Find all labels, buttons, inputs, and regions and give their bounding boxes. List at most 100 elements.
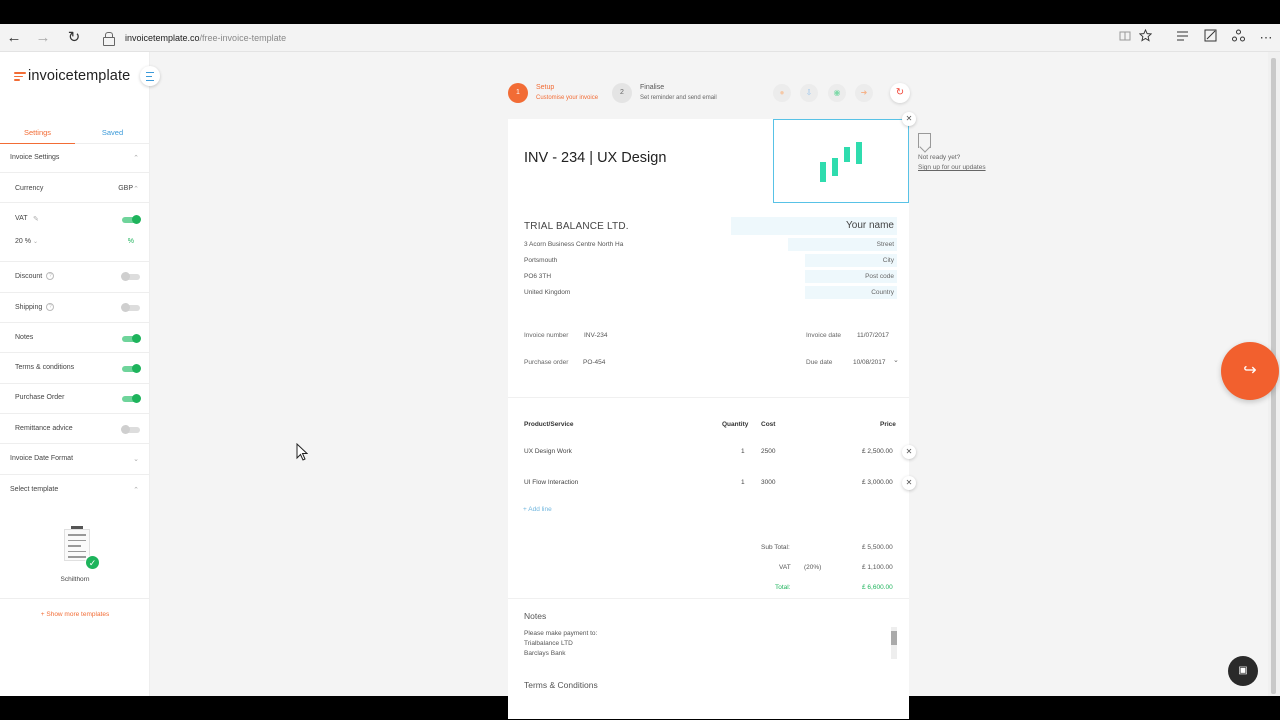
purchase-order-label: Purchase Order bbox=[15, 394, 65, 401]
logo-speed-lines-icon bbox=[14, 72, 26, 83]
divider bbox=[0, 172, 150, 173]
invoice-number-label: Invoice number bbox=[524, 332, 569, 339]
check-icon: ✓ bbox=[85, 555, 100, 570]
notes-toggle[interactable] bbox=[122, 334, 141, 343]
address-line[interactable]: United Kingdom bbox=[524, 289, 570, 296]
forward-icon[interactable]: → bbox=[34, 29, 52, 47]
send-icon[interactable]: ➜ bbox=[855, 84, 873, 102]
pencil-icon[interactable]: ✎ bbox=[33, 215, 39, 223]
vat-label: VAT bbox=[779, 564, 791, 571]
address-line[interactable]: PO6 3TH bbox=[524, 273, 551, 280]
shipping-label: Shipping bbox=[15, 303, 43, 311]
step-subtitle: Set reminder and send email bbox=[640, 95, 717, 101]
discount-toggle[interactable] bbox=[121, 272, 140, 281]
site-logo[interactable]: invoicetemplate bbox=[14, 68, 130, 84]
remittance-toggle[interactable] bbox=[121, 425, 140, 434]
notes-label: Notes bbox=[15, 334, 34, 341]
chevron-up-icon: ⌃ bbox=[133, 186, 139, 193]
favorite-star-icon[interactable] bbox=[1136, 28, 1154, 47]
url-path: /free-invoice-template bbox=[199, 33, 287, 43]
client-postcode-input[interactable]: Post code bbox=[805, 270, 897, 283]
line-product[interactable]: UI Flow Interaction bbox=[524, 479, 578, 486]
invoice-date-input[interactable]: 11/07/2017 bbox=[857, 332, 889, 339]
share-icon[interactable] bbox=[1229, 29, 1247, 47]
chevron-up-icon: ⌃ bbox=[133, 487, 139, 494]
help-icon[interactable]: ? bbox=[46, 303, 55, 311]
purchase-order-input[interactable]: PO-454 bbox=[583, 359, 605, 366]
divider bbox=[0, 383, 150, 384]
divider bbox=[0, 413, 150, 414]
line-price: £ 3,000.00 bbox=[862, 479, 893, 486]
chevron-down-icon: ⌄ bbox=[893, 357, 899, 364]
signup-link[interactable]: Sign up for our updates bbox=[918, 164, 986, 171]
menu-icon bbox=[146, 70, 154, 82]
hub-icon[interactable] bbox=[1173, 29, 1191, 47]
client-city-input[interactable]: City bbox=[805, 254, 897, 267]
line-cost[interactable]: 2500 bbox=[761, 448, 775, 455]
client-country-input[interactable]: Country bbox=[805, 286, 897, 299]
subtotal-label: Sub Total: bbox=[761, 544, 790, 551]
reading-view-icon[interactable] bbox=[1116, 29, 1134, 47]
chat-icon[interactable]: ▣ bbox=[1228, 656, 1258, 686]
client-name-input[interactable]: Your name bbox=[731, 217, 897, 235]
tab-saved[interactable]: Saved bbox=[75, 126, 150, 144]
reset-icon[interactable]: ↻ bbox=[890, 83, 910, 103]
step-title: Finalise bbox=[640, 84, 665, 91]
help-icon[interactable]: ? bbox=[46, 272, 55, 280]
address-line[interactable]: Portsmouth bbox=[524, 257, 557, 264]
vat-label: VAT bbox=[15, 215, 28, 222]
terms-toggle[interactable] bbox=[122, 364, 141, 373]
client-street-input[interactable]: Street bbox=[788, 238, 897, 251]
notes-scrollbar[interactable] bbox=[891, 627, 897, 659]
vat-rate-select[interactable]: 20 % bbox=[15, 238, 31, 245]
company-name[interactable]: TRIAL BALANCE LTD. bbox=[524, 221, 629, 232]
purchase-order-toggle[interactable] bbox=[122, 394, 141, 403]
purchase-order-label: Purchase order bbox=[524, 359, 569, 366]
download-icon[interactable]: ⇩ bbox=[800, 84, 818, 102]
back-icon[interactable]: ← bbox=[5, 29, 23, 47]
line-cost[interactable]: 3000 bbox=[761, 479, 775, 486]
preview-icon[interactable]: ◉ bbox=[828, 84, 846, 102]
template-thumbnail[interactable]: ✓ bbox=[61, 526, 100, 570]
due-date-select[interactable]: 10/08/2017 bbox=[853, 359, 886, 366]
address-bar[interactable]: invoicetemplate.co/free-invoice-template bbox=[103, 30, 286, 46]
logo-chart-icon bbox=[856, 142, 862, 164]
save-icon[interactable]: ● bbox=[773, 84, 791, 102]
due-date-label: Due date bbox=[806, 359, 833, 366]
web-note-icon[interactable] bbox=[1201, 29, 1219, 47]
divider bbox=[0, 443, 150, 444]
section-title: Select template bbox=[10, 486, 59, 493]
browser-toolbar: ← → ↻ invoicetemplate.co/free-invoice-te… bbox=[0, 24, 1280, 52]
step-finalise[interactable]: 2 Finalise Set reminder and send email bbox=[612, 83, 717, 103]
step-setup[interactable]: 1 Setup Customise your invoice bbox=[508, 83, 598, 103]
line-product[interactable]: UX Design Work bbox=[524, 448, 572, 455]
logo-upload[interactable] bbox=[773, 119, 909, 203]
menu-toggle-button[interactable] bbox=[140, 66, 160, 86]
vat-toggle[interactable] bbox=[122, 215, 141, 224]
invoice-title[interactable]: INV - 234 | UX Design bbox=[524, 150, 666, 166]
add-line-button[interactable]: + Add line bbox=[523, 506, 552, 513]
shipping-toggle[interactable] bbox=[121, 303, 140, 312]
remove-line-icon[interactable]: ✕ bbox=[902, 445, 916, 459]
line-quantity[interactable]: 1 bbox=[741, 448, 745, 455]
share-forward-button[interactable]: ↪ bbox=[1221, 342, 1279, 400]
currency-label: Currency bbox=[15, 185, 44, 192]
divider bbox=[0, 474, 150, 475]
step-number: 1 bbox=[508, 83, 528, 103]
tab-settings[interactable]: Settings bbox=[0, 126, 75, 144]
line-quantity[interactable]: 1 bbox=[741, 479, 745, 486]
notes-textarea[interactable]: Please make payment to: Trialbalance LTD… bbox=[524, 629, 597, 659]
col-price: Price bbox=[880, 421, 896, 428]
divider bbox=[0, 352, 150, 353]
address-line[interactable]: 3 Acorn Business Centre North Ha bbox=[524, 241, 623, 248]
letterbox-top bbox=[0, 0, 1280, 24]
remittance-label: Remittance advice bbox=[15, 425, 73, 432]
vat-percent: (20%) bbox=[804, 564, 822, 571]
currency-select[interactable]: GBP bbox=[118, 185, 133, 192]
invoice-number-input[interactable]: INV-234 bbox=[584, 332, 608, 339]
more-icon[interactable]: ⋯ bbox=[1257, 29, 1275, 47]
show-more-templates-link[interactable]: + Show more templates bbox=[0, 611, 150, 618]
remove-line-icon[interactable]: ✕ bbox=[902, 476, 916, 490]
reload-icon[interactable]: ↻ bbox=[65, 29, 83, 47]
remove-logo-icon[interactable]: ✕ bbox=[902, 112, 916, 126]
